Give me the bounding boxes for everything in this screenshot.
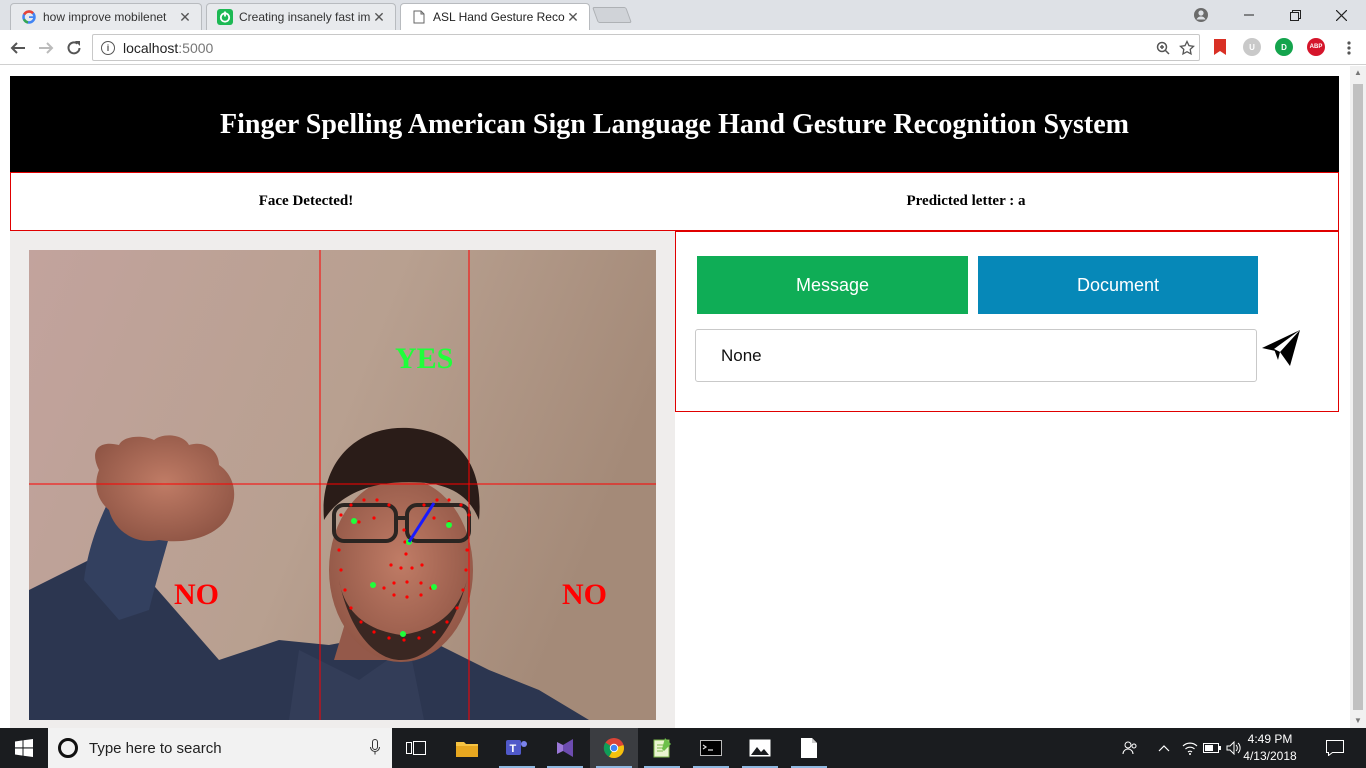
terminal-icon[interactable]	[687, 728, 735, 768]
label-yes: YES	[395, 342, 453, 375]
show-hidden-icons-chevron-icon[interactable]	[1154, 728, 1174, 768]
task-view-icon[interactable]	[392, 728, 440, 768]
power-icon	[217, 9, 233, 25]
tab-title: how improve mobilenet	[43, 10, 167, 24]
document-file-icon[interactable]	[785, 728, 833, 768]
profile-icon[interactable]	[1178, 0, 1224, 30]
bookmark-star-icon[interactable]	[1175, 36, 1199, 60]
action-center-icon[interactable]	[1320, 728, 1350, 768]
predicted-letter-text: Predicted letter : a	[906, 193, 1026, 209]
people-icon[interactable]	[1118, 728, 1142, 768]
notepad-plus-icon[interactable]	[638, 728, 686, 768]
address-url[interactable]: localhost:5000	[123, 40, 1151, 56]
scroll-thumb[interactable]	[1353, 84, 1363, 710]
battery-icon[interactable]	[1202, 728, 1222, 768]
microphone-icon[interactable]	[370, 739, 380, 758]
tab-creating-fast[interactable]: Creating insanely fast ima ✕	[206, 3, 396, 30]
close-tab-icon[interactable]: ✕	[371, 9, 387, 26]
cortana-icon	[58, 738, 78, 758]
chrome-icon[interactable]	[590, 728, 638, 768]
page-header: Finger Spelling American Sign Language H…	[10, 76, 1339, 173]
send-paper-plane-icon[interactable]	[1260, 328, 1304, 368]
label-no-left: NO	[174, 578, 219, 611]
adblock-ext-icon[interactable]: ABP	[1307, 38, 1325, 56]
teams-icon[interactable]: T	[493, 728, 541, 768]
green-ext-icon[interactable]: D	[1275, 38, 1293, 56]
tab-mobilenet[interactable]: how improve mobilenet ✕	[10, 3, 202, 30]
page-viewport: Finger Spelling American Sign Language H…	[0, 66, 1350, 728]
new-tab-button[interactable]	[592, 7, 632, 23]
close-tab-icon[interactable]: ✕	[177, 9, 193, 26]
close-tab-icon[interactable]: ✕	[565, 9, 581, 26]
webcam-feed: YES NO NO	[29, 250, 656, 720]
photos-icon[interactable]	[736, 728, 784, 768]
label-no-right: NO	[562, 578, 607, 611]
system-clock[interactable]: 4:49 PM 4/13/2018	[1240, 731, 1300, 765]
url-port: :5000	[178, 39, 214, 56]
tab-title: Creating insanely fast ima	[239, 10, 371, 24]
scroll-down-icon[interactable]: ▼	[1350, 714, 1366, 728]
message-button[interactable]: Message	[697, 256, 968, 314]
bookmark-ext-icon[interactable]	[1211, 38, 1229, 56]
windows-taskbar: Type here to search T 4:49 PM 4/13/2018	[0, 728, 1366, 768]
face-status-text: Face Detected!	[258, 193, 354, 209]
search-placeholder: Type here to search	[89, 739, 222, 757]
restore-window-icon[interactable]	[1272, 0, 1318, 30]
letter-text-field[interactable]: None	[695, 329, 1257, 382]
clock-time: 4:49 PM	[1247, 732, 1293, 746]
clock-date: 4/13/2018	[1243, 749, 1297, 763]
taskbar-search[interactable]: Type here to search	[48, 728, 392, 768]
zoom-icon[interactable]	[1151, 36, 1175, 60]
page-title: Finger Spelling American Sign Language H…	[219, 108, 1129, 140]
minimize-window-icon[interactable]	[1226, 0, 1272, 30]
status-bar: Face Detected! Predicted letter : a	[10, 172, 1339, 231]
url-host: localhost	[123, 39, 179, 56]
site-info-icon[interactable]: i	[101, 40, 115, 55]
page-scrollbar[interactable]: ▲ ▼	[1350, 66, 1366, 728]
scroll-up-icon[interactable]: ▲	[1350, 66, 1366, 80]
svg-text:T: T	[510, 743, 517, 755]
webcam-panel: YES NO NO	[10, 231, 675, 728]
controls-panel: Message Document None	[675, 231, 1339, 412]
tab-asl-recognition[interactable]: ASL Hand Gesture Recog ✕	[400, 3, 590, 30]
reload-icon[interactable]	[62, 36, 86, 60]
menu-kebab-icon[interactable]	[1337, 36, 1361, 60]
document-button[interactable]: Document	[978, 256, 1258, 314]
tab-title: ASL Hand Gesture Recog	[433, 10, 565, 24]
visual-studio-icon[interactable]	[541, 728, 589, 768]
webcam-frame: YES NO NO	[29, 250, 656, 720]
close-window-icon[interactable]	[1318, 0, 1364, 30]
ublock-ext-icon[interactable]: U	[1243, 38, 1261, 56]
file-explorer-icon[interactable]	[443, 728, 491, 768]
back-icon[interactable]	[6, 36, 30, 60]
forward-icon[interactable]	[34, 36, 58, 60]
document-icon	[411, 9, 427, 25]
address-bar[interactable]: i localhost:5000	[92, 34, 1200, 61]
browser-tab-strip: how improve mobilenet ✕ Creating insanel…	[0, 0, 1366, 30]
google-icon	[21, 9, 37, 25]
wifi-icon[interactable]	[1180, 728, 1200, 768]
browser-toolbar: i localhost:5000 U D ABP	[0, 30, 1366, 65]
windows-start-icon[interactable]	[0, 728, 48, 768]
